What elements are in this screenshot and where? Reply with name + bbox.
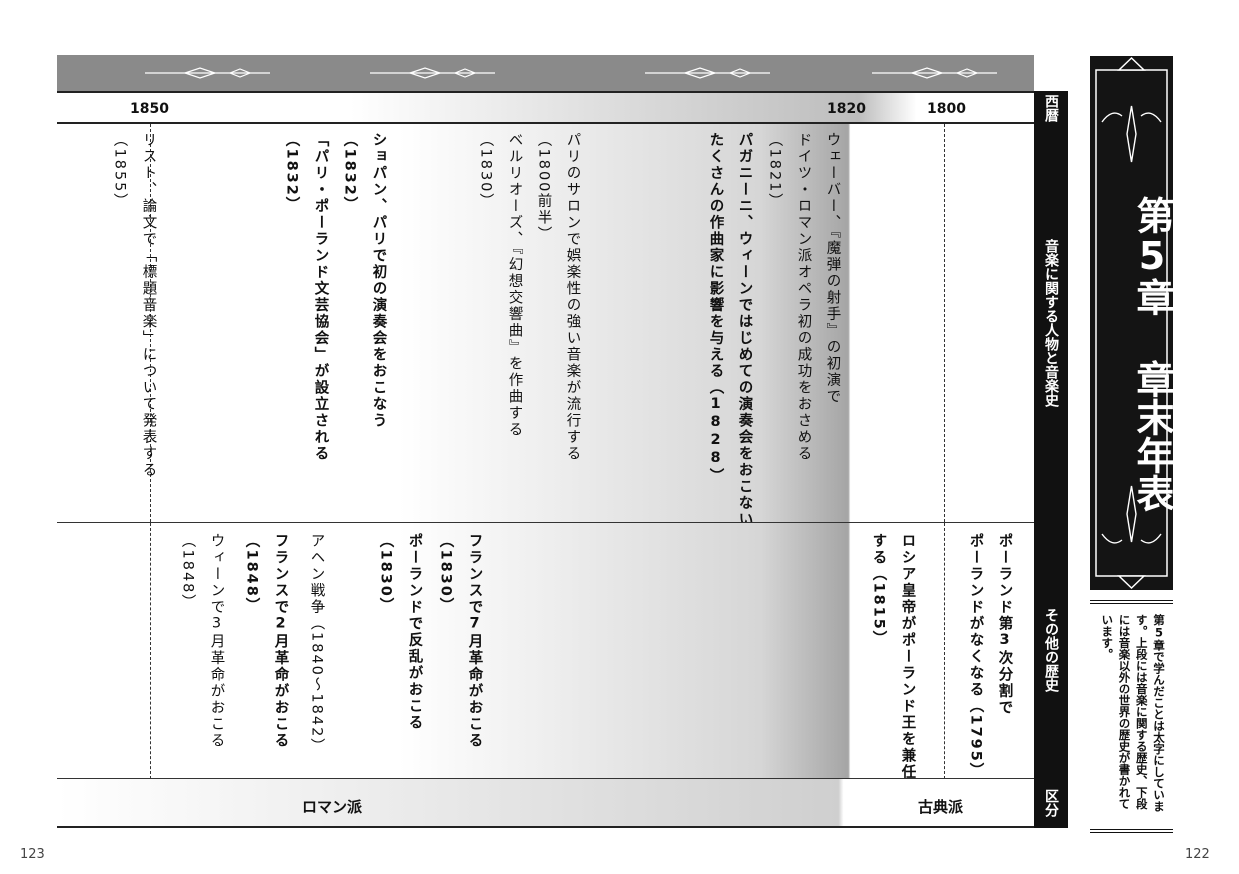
other-history-row: ポーランド第3次分割で ポーランドがなくなる（1795） ロシア皇帝がポーランド…	[57, 522, 1034, 781]
label-other: その他の歴史	[1034, 522, 1068, 778]
entry-paris-salon: パリのサロンで娯楽性の強い音楽が流行する	[564, 132, 581, 462]
entry-chopin-year: （1832）	[341, 132, 358, 214]
divider-1800	[944, 523, 945, 779]
entry-russia-1: ロシア皇帝がポーランド王を兼任	[899, 533, 916, 781]
entry-paganini-2: たくさんの作曲家に影響を与える（1828）	[707, 132, 724, 485]
entry-partition-2: ポーランドがなくなる（1795）	[967, 533, 984, 780]
label-seireki-text: 西暦	[1043, 93, 1059, 122]
chapter-title: 第5章 章末年表	[1130, 196, 1174, 512]
year-1850: 1850	[130, 101, 169, 117]
entry-partition-1: ポーランド第3次分割で	[996, 533, 1013, 716]
chapter-banner: 第5章 章末年表	[1090, 56, 1174, 590]
label-seireki: 西暦	[1034, 91, 1068, 124]
entry-july-revolution: フランスで7月革命がおこる	[466, 533, 483, 749]
entry-russia-2: する（1815）	[870, 533, 887, 648]
entry-weber-2: ドイツ・ロマン派オペラ初の成功をおさめる	[795, 132, 812, 462]
top-ornament-bar	[57, 55, 1034, 91]
entry-liszt: リスト、論文で「標題音楽」について発表する	[140, 132, 157, 479]
ornament-icon	[370, 67, 495, 79]
entry-feb-revolution-year: （1848）	[243, 533, 260, 615]
page-number-right: 122	[1185, 847, 1210, 862]
entry-feb-revolution: フランスで2月革命がおこる	[272, 533, 289, 749]
era-romantic: ロマン派	[302, 798, 363, 816]
divider-1850	[150, 523, 151, 779]
era-row: ロマン派 古典派	[57, 778, 1034, 828]
year-1800: 1800	[927, 101, 966, 117]
year-1820: 1820	[827, 101, 866, 117]
entry-paris-salon-year: （1800前半）	[535, 132, 552, 243]
chapter-note-text: 第5章で学んだことは太字にしています。上段には音楽に関する歴史、下段には音楽以外…	[1100, 614, 1166, 812]
chapter-note: 第5章で学んだことは太字にしています。上段には音楽に関する歴史、下段には音楽以外…	[1090, 600, 1173, 833]
music-history-row: ウェーバー、『魔弾の射手』の初演で ドイツ・ロマン派オペラ初の成功をおさめる （…	[57, 124, 1034, 545]
ornament-icon	[645, 67, 770, 79]
label-music-text: 音楽に関する人物と音楽史	[1043, 239, 1059, 407]
entry-march-revolution-year: （1848）	[179, 533, 196, 611]
entry-berlioz-year: （1830）	[477, 132, 494, 210]
entry-literary-society-year: （1832）	[283, 132, 300, 214]
entry-polish-revolt: ポーランドで反乱がおこる	[406, 533, 423, 731]
entry-literary-society: 「パリ・ポーランド文芸協会」が設立される	[312, 132, 329, 462]
era-classical: 古典派	[918, 798, 964, 816]
page-number-left: 123	[20, 847, 45, 862]
label-other-text: その他の歴史	[1043, 608, 1059, 692]
ornament-icon	[872, 67, 997, 79]
ornament-icon	[145, 67, 270, 79]
divider-1800	[944, 124, 945, 522]
entry-polish-revolt-year: （1830）	[377, 533, 394, 615]
entry-chopin: ショパン、パリで初の演奏会をおこなう	[370, 132, 387, 429]
entry-paganini-1: パガニーニ、ウィーンではじめての演奏会をおこない、	[736, 132, 753, 545]
entry-berlioz: ベルリオーズ、『幻想交響曲』を作曲する	[506, 132, 523, 439]
year-row: 1850 1820 1800	[57, 91, 1034, 124]
label-music: 音楽に関する人物と音楽史	[1034, 124, 1068, 522]
entry-opium-war: アヘン戦争（1840〜1842）	[308, 533, 325, 755]
entry-liszt-year: （1855）	[111, 132, 128, 210]
entry-march-revolution: ウィーンで3月革命がおこる	[208, 533, 225, 749]
entry-weber-year: （1821）	[766, 132, 783, 210]
label-kubun: 区分	[1034, 778, 1068, 828]
label-kubun-text: 区分	[1043, 789, 1059, 817]
entry-july-revolution-year: （1830）	[437, 533, 454, 615]
entry-weber-1: ウェーバー、『魔弾の射手』の初演で	[824, 132, 841, 406]
